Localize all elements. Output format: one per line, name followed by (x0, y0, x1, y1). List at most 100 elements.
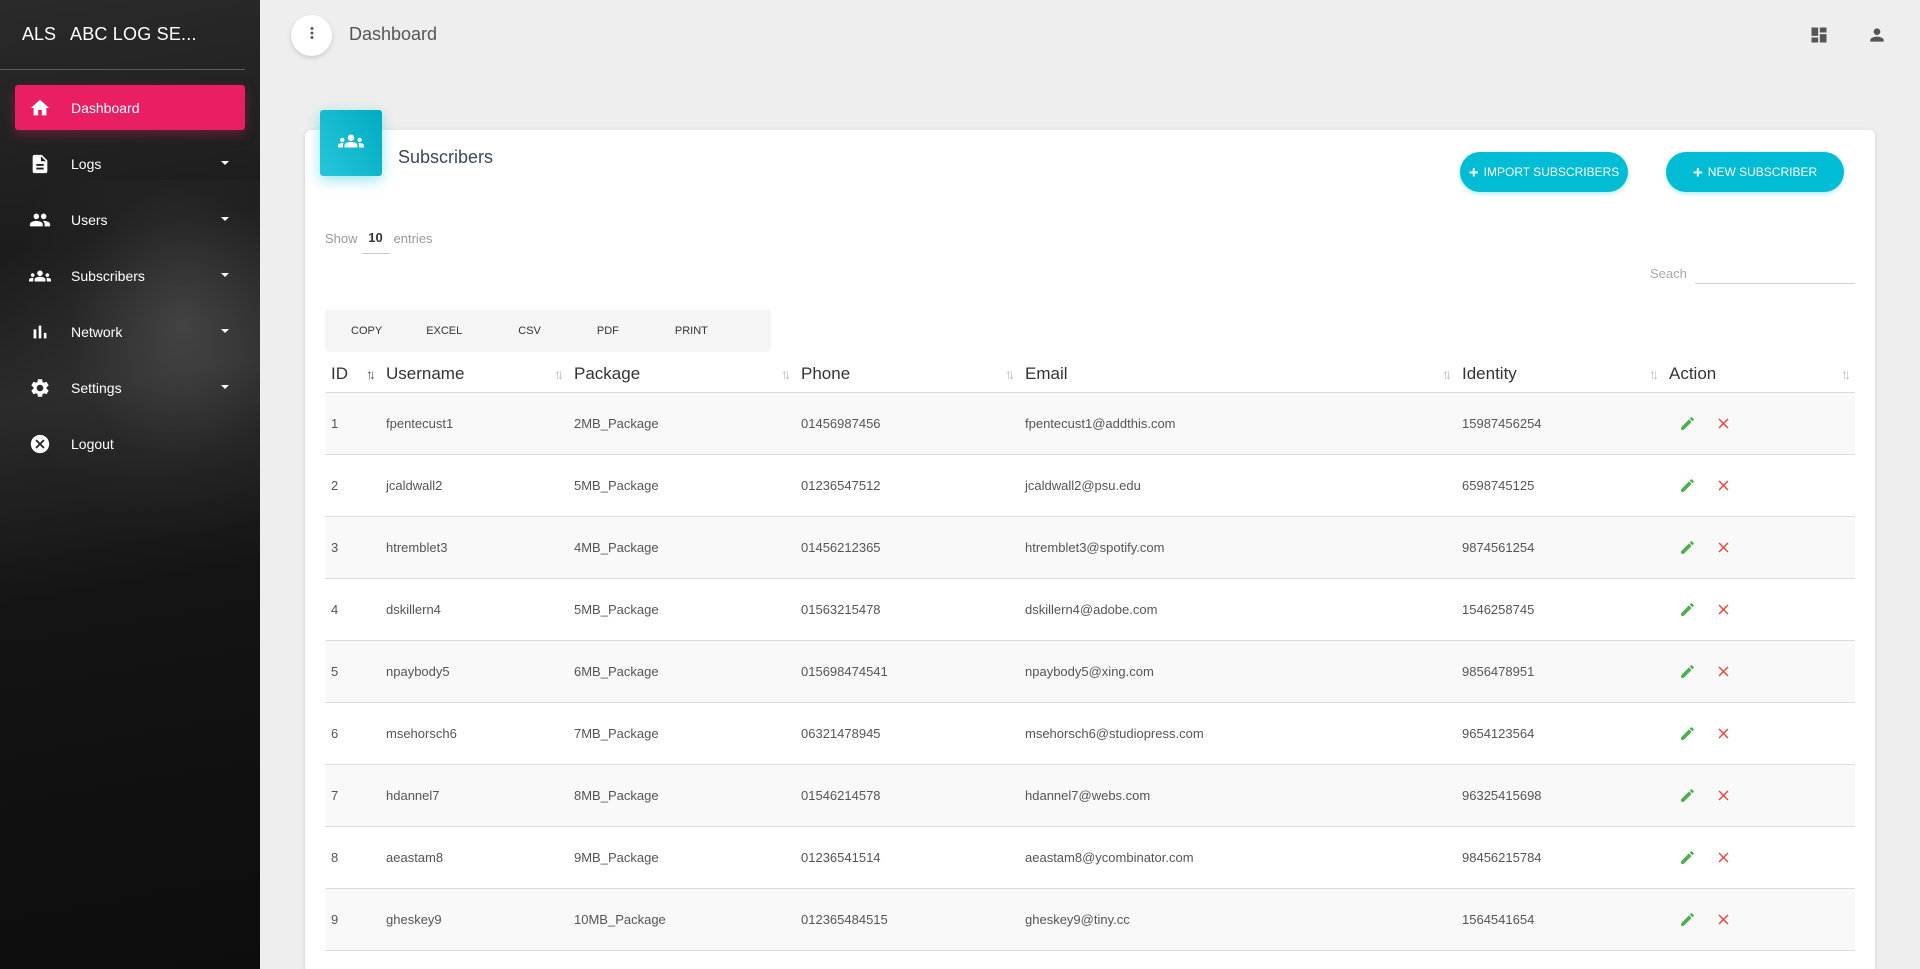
home-icon (28, 96, 52, 120)
sidebar-item-subscribers[interactable]: Subscribers (15, 253, 245, 298)
cell-identity: 1564541654 (1456, 888, 1663, 951)
caret-down-icon (221, 273, 229, 277)
cell-id: 3 (325, 516, 380, 579)
caret-down-icon (221, 217, 229, 221)
table-body: 1 fpentecust1 2MB_Package 01456987456 fpente… (325, 392, 1855, 951)
table-row: 1 fpentecust1 2MB_Package 01456987456 fpente… (325, 392, 1855, 455)
brand-name: ABC LOG SE... (70, 24, 197, 44)
delete-icon[interactable] (1711, 659, 1735, 683)
excel-button[interactable]: EXCEL (412, 310, 504, 352)
column-header-phone[interactable]: Phone ↑↓ (795, 356, 1019, 393)
column-header-id[interactable]: ID ↑↓ (325, 356, 380, 393)
print-button[interactable]: PRINT (661, 310, 722, 352)
delete-icon[interactable] (1711, 597, 1735, 621)
cell-id: 5 (325, 640, 380, 703)
sort-icon: ↑↓ (1005, 366, 1015, 382)
column-header-label: Email (1025, 363, 1068, 383)
sort-icon: ↑↓ (1442, 366, 1452, 382)
search-input[interactable] (1695, 258, 1855, 284)
search-label: Seach (1650, 266, 1687, 281)
entries-select[interactable]: 10 (361, 230, 390, 254)
cell-username: gheskey9 (380, 888, 568, 951)
table-row: 2 jcaldwall2 5MB_Package 01236547512 jcaldwa… (325, 454, 1855, 517)
sidebar-item-logout[interactable]: Logout (15, 421, 245, 466)
column-header-label: Package (574, 363, 641, 383)
cell-action (1663, 764, 1855, 827)
import-subscribers-label: IMPORT SUBSCRIBERS (1483, 165, 1620, 179)
edit-icon[interactable] (1675, 659, 1699, 683)
delete-icon[interactable] (1711, 783, 1735, 807)
show-entries: Show 10 entries (325, 222, 433, 254)
copy-button[interactable]: COPY (337, 310, 412, 352)
cell-email: msehorsch6@studiopress.com (1019, 702, 1456, 765)
edit-icon[interactable] (1675, 535, 1699, 559)
cell-action (1663, 702, 1855, 765)
plus-icon: + (1692, 162, 1703, 182)
column-header-email[interactable]: Email ↑↓ (1019, 356, 1456, 393)
cell-action (1663, 454, 1855, 517)
cell-email: gheskey9@tiny.cc (1019, 888, 1456, 951)
pdf-button[interactable]: PDF (583, 310, 661, 352)
cell-identity: 15987456254 (1456, 392, 1663, 455)
edit-icon[interactable] (1675, 411, 1699, 435)
cell-id: 7 (325, 764, 380, 827)
column-header-identity[interactable]: Identity ↑↓ (1456, 356, 1663, 393)
sidebar-item-label: Logs (71, 155, 102, 172)
delete-icon[interactable] (1711, 411, 1735, 435)
column-header-username[interactable]: Username ↑↓ (380, 356, 568, 393)
new-subscriber-button[interactable]: + NEW SUBSCRIBER (1666, 152, 1844, 192)
sidebar-toggle-button[interactable] (291, 15, 332, 56)
sidebar-item-label: Network (71, 323, 123, 340)
cell-email: dskillern4@adobe.com (1019, 578, 1456, 641)
sidebar-item-label: Subscribers (71, 267, 145, 284)
delete-icon[interactable] (1711, 845, 1735, 869)
edit-icon[interactable] (1675, 907, 1699, 931)
import-subscribers-button[interactable]: + IMPORT SUBSCRIBERS (1460, 152, 1628, 192)
sidebar-item-dashboard[interactable]: Dashboard (15, 85, 245, 130)
cell-identity: 1546258745 (1456, 578, 1663, 641)
caret-down-icon (221, 385, 229, 389)
edit-icon[interactable] (1675, 783, 1699, 807)
delete-icon[interactable] (1711, 473, 1735, 497)
delete-icon[interactable] (1711, 907, 1735, 931)
delete-icon[interactable] (1711, 721, 1735, 745)
table-header-row: ID ↑↓ Username ↑↓ Package ↑↓ Phone ↑↓ Email ↑… (325, 356, 1855, 393)
card-title: Subscribers (398, 147, 494, 167)
group-icon (338, 128, 364, 159)
cell-identity: 6598745125 (1456, 454, 1663, 517)
cell-phone: 01456212365 (795, 516, 1019, 579)
column-header-label: Identity (1462, 363, 1517, 383)
column-header-action[interactable]: Action ↑↓ (1663, 356, 1855, 393)
cell-phone: 01563215478 (795, 578, 1019, 641)
sidebar-nav: Dashboard Logs Users Subscribers Network… (0, 85, 260, 466)
sidebar: ALS ABC LOG SE... Dashboard Logs Users S… (0, 0, 260, 969)
cell-identity: 98456215784 (1456, 826, 1663, 889)
sidebar-item-label: Settings (71, 379, 122, 396)
dashboard-grid-icon[interactable] (1807, 23, 1831, 47)
cell-package: 8MB_Package (568, 764, 795, 827)
person-icon[interactable] (1865, 23, 1889, 47)
brand[interactable]: ALS ABC LOG SE... (0, 0, 245, 70)
column-header-package[interactable]: Package ↑↓ (568, 356, 795, 393)
show-prefix: Show (325, 230, 358, 246)
cell-id: 9 (325, 888, 380, 951)
cell-email: fpentecust1@addthis.com (1019, 392, 1456, 455)
column-header-label: Username (386, 363, 465, 383)
sidebar-item-logs[interactable]: Logs (15, 141, 245, 186)
edit-icon[interactable] (1675, 845, 1699, 869)
cell-action (1663, 578, 1855, 641)
gear-icon (28, 376, 52, 400)
caret-down-icon (221, 329, 229, 333)
sidebar-item-network[interactable]: Network (15, 309, 245, 354)
edit-icon[interactable] (1675, 721, 1699, 745)
sidebar-item-settings[interactable]: Settings (15, 365, 245, 410)
cell-action (1663, 392, 1855, 455)
close-circle-icon (28, 432, 52, 456)
sidebar-item-users[interactable]: Users (15, 197, 245, 242)
csv-button[interactable]: CSV (504, 310, 583, 352)
column-header-label: ID (331, 363, 348, 383)
edit-icon[interactable] (1675, 597, 1699, 621)
edit-icon[interactable] (1675, 473, 1699, 497)
sort-icon: ↑↓ (781, 366, 791, 382)
delete-icon[interactable] (1711, 535, 1735, 559)
